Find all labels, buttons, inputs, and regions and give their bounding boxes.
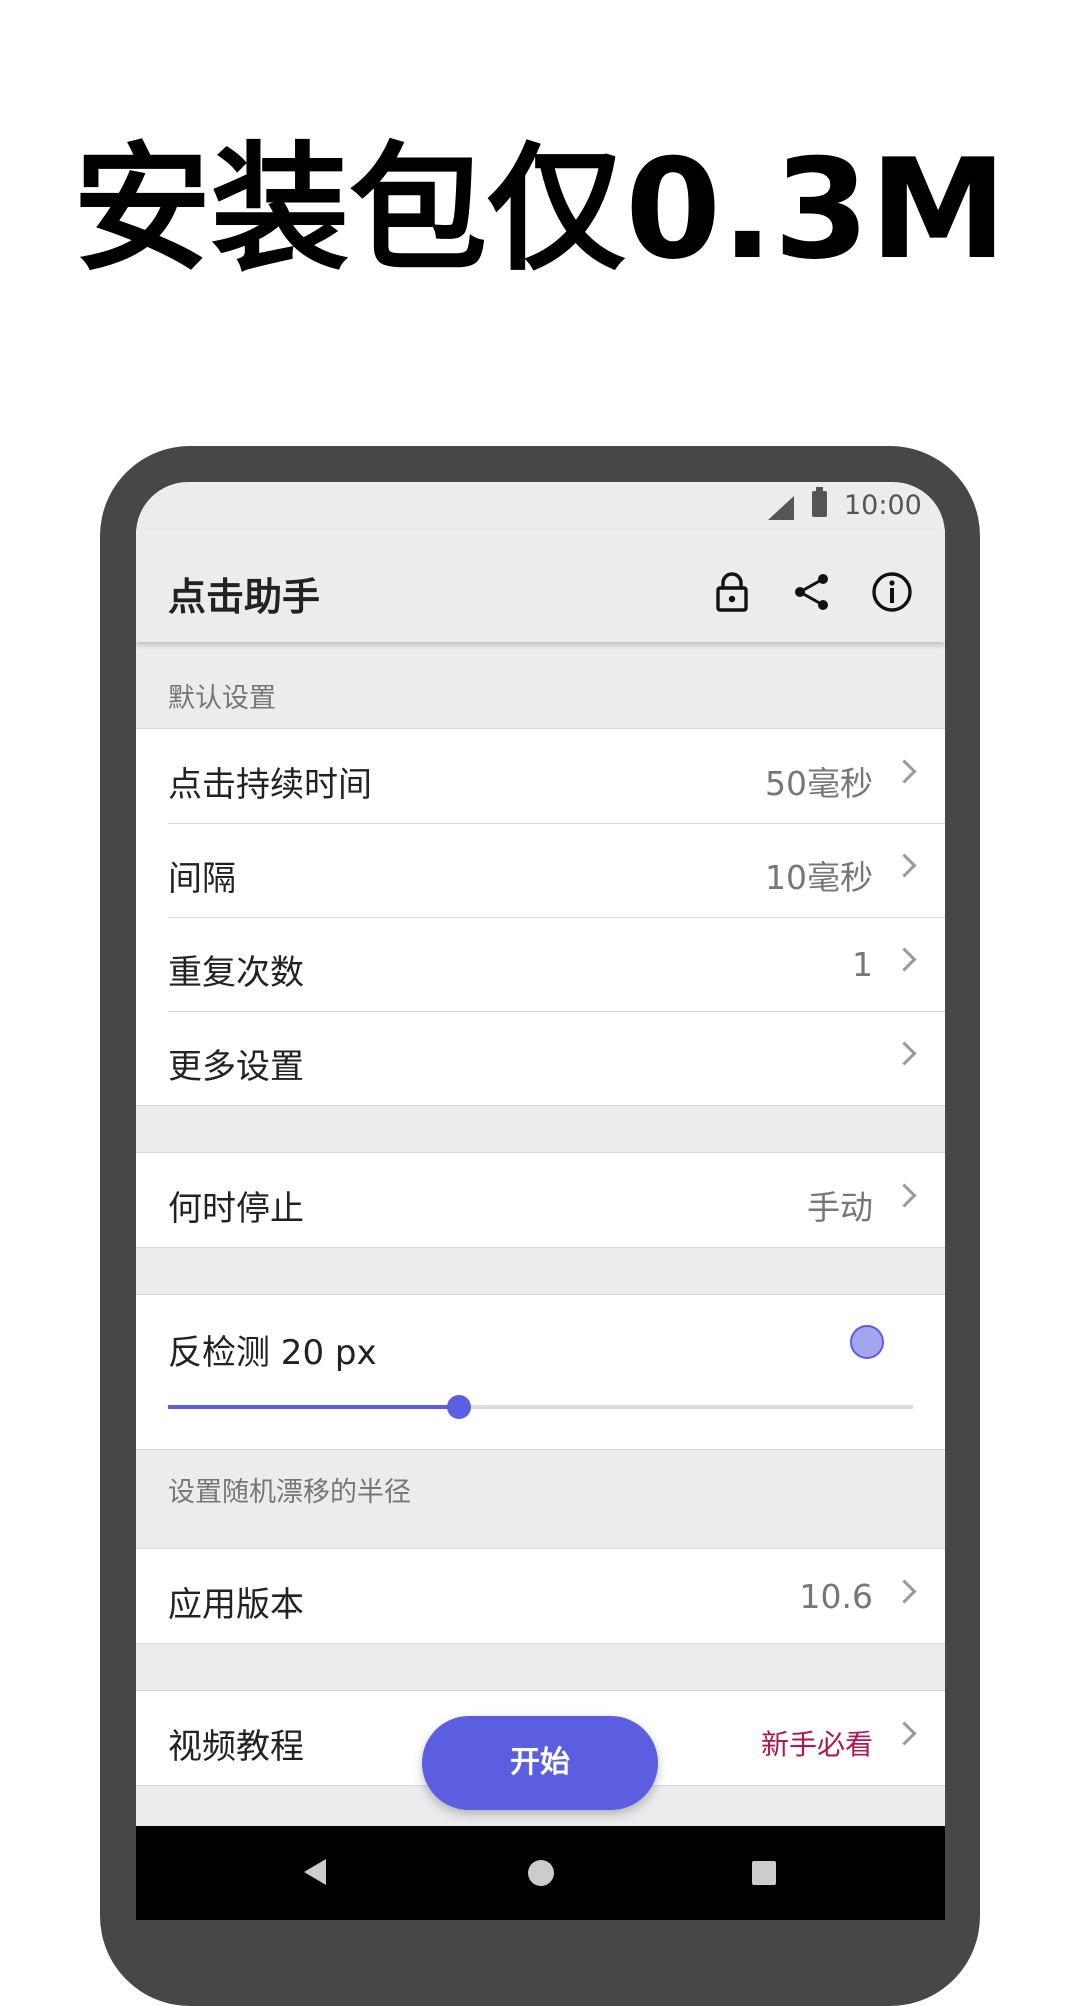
slider-fill [168, 1405, 459, 1409]
system-nav-bar [136, 1826, 945, 1920]
section-header-label: 默认设置 [168, 683, 276, 714]
chevron-right-icon [892, 1579, 917, 1604]
info-icon[interactable] [870, 570, 914, 614]
nav-recents-icon[interactable] [752, 1861, 776, 1885]
chevron-right-icon [892, 947, 917, 972]
chevron-right-icon [892, 853, 917, 878]
row-label: 间隔 [168, 859, 236, 899]
chevron-right-icon [892, 1721, 917, 1746]
app-title: 点击助手 [168, 575, 321, 619]
setting-row-app-version[interactable]: 应用版本 10.6 [136, 1549, 945, 1643]
anti-detect-group: 反检测 20 px [136, 1294, 945, 1450]
chevron-right-icon [892, 1183, 917, 1208]
signal-icon [768, 496, 794, 520]
share-icon[interactable] [790, 570, 834, 614]
setting-row-interval[interactable]: 间隔 10毫秒 [136, 823, 945, 917]
chevron-right-icon [892, 759, 917, 784]
anti-detect-hint: 设置随机漂移的半径 [136, 1450, 945, 1548]
chevron-right-icon [892, 1041, 917, 1066]
slider-thumb[interactable] [446, 1395, 471, 1419]
row-value: 1 [852, 945, 873, 984]
anti-detect-hint-text: 设置随机漂移的半径 [168, 1477, 411, 1508]
headline: 安装包仅0.3M [73, 129, 1007, 290]
row-label: 点击持续时间 [168, 765, 372, 805]
setting-row-more-settings[interactable]: 更多设置 [136, 1011, 945, 1105]
battery-icon [812, 487, 827, 517]
setting-row-repeat-count[interactable]: 重复次数 1 [136, 917, 945, 1011]
stop-group: 何时停止 手动 [136, 1152, 945, 1248]
row-label: 视频教程 [168, 1727, 304, 1767]
anti-detect-slider-row: 反检测 20 px [136, 1295, 945, 1449]
default-settings-group: 点击持续时间 50毫秒 间隔 10毫秒 重复次数 1 更多设置 [136, 728, 945, 1106]
setting-row-when-stop[interactable]: 何时停止 手动 [136, 1153, 945, 1247]
row-value: 手动 [807, 1188, 873, 1227]
start-button[interactable]: 开始 [422, 1716, 658, 1810]
row-value: 10.6 [799, 1577, 873, 1616]
row-label: 应用版本 [168, 1585, 304, 1625]
row-value: 50毫秒 [765, 764, 873, 803]
section-header-default: 默认设置 [136, 642, 945, 728]
anti-detect-label: 反检测 20 px [168, 1333, 377, 1373]
nav-home-icon[interactable] [528, 1860, 554, 1886]
lock-icon[interactable] [710, 570, 754, 614]
row-label: 更多设置 [168, 1047, 304, 1087]
nav-back-icon[interactable] [304, 1859, 326, 1885]
anti-detect-slider[interactable] [168, 1395, 913, 1419]
settings-list: 默认设置 点击持续时间 50毫秒 间隔 10毫秒 重复次数 1 更多设置 何时停… [136, 642, 945, 1786]
row-value: 10毫秒 [765, 858, 873, 897]
setting-row-click-duration[interactable]: 点击持续时间 50毫秒 [136, 729, 945, 823]
app-bar: 点击助手 [136, 530, 945, 642]
status-time: 10:00 [844, 490, 922, 521]
row-label: 何时停止 [168, 1189, 304, 1229]
row-label: 重复次数 [168, 953, 304, 993]
status-bar: 10:00 [136, 482, 945, 530]
version-group: 应用版本 10.6 [136, 1548, 945, 1644]
phone-screen: 10:00 点击助手 默认设置 点击持续时间 50毫秒 间隔 10毫秒 重复次数… [136, 482, 945, 1920]
anti-detect-indicator[interactable] [850, 1325, 884, 1359]
row-value-highlight: 新手必看 [760, 1728, 873, 1761]
